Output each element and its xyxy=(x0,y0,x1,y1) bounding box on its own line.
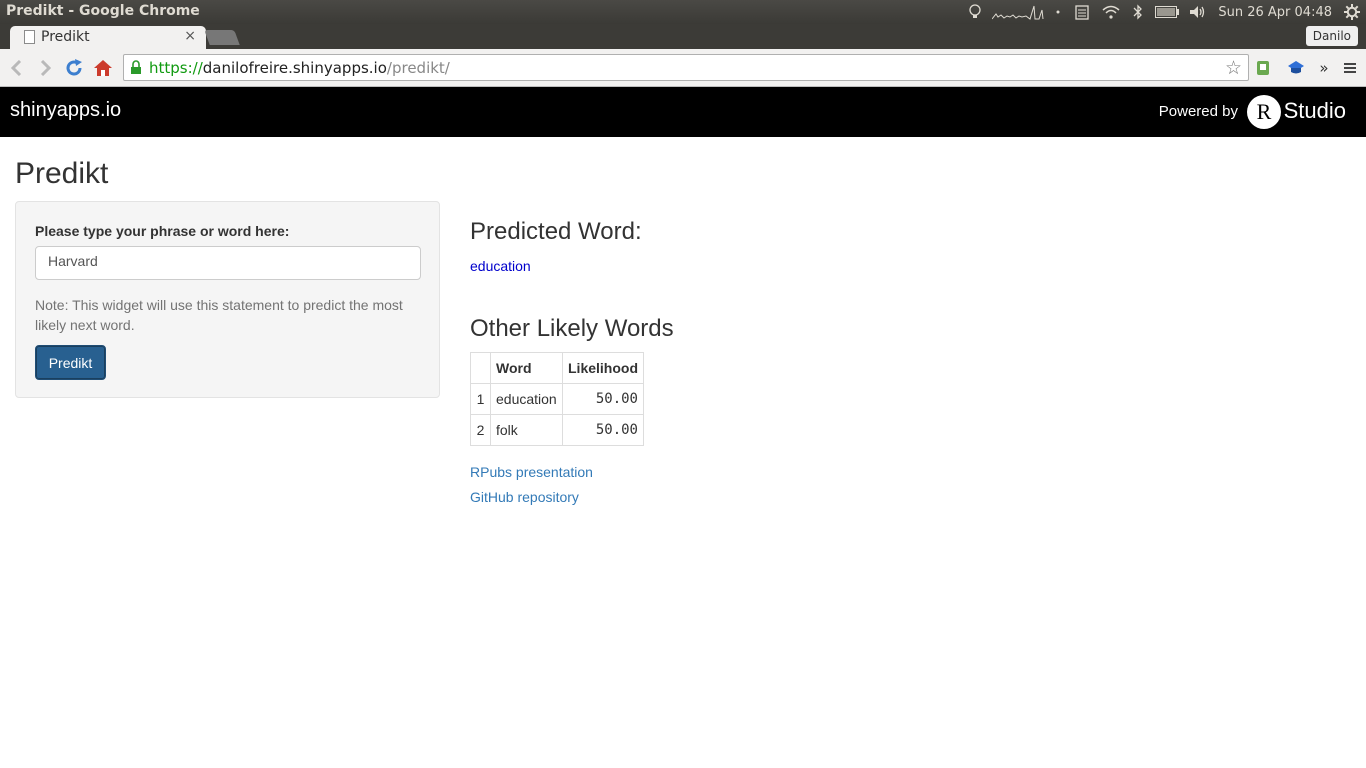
sidebar-panel: Please type your phrase or word here: Ha… xyxy=(15,201,440,398)
window-title: Predikt - Google Chrome xyxy=(6,3,200,19)
system-tray: Sun 26 Apr 04:48 xyxy=(962,0,1366,24)
home-icon[interactable] xyxy=(92,57,114,79)
evernote-extension-icon[interactable] xyxy=(1252,57,1274,79)
secure-lock-icon[interactable] xyxy=(130,60,142,79)
url-scheme: https:// xyxy=(149,59,203,77)
predikt-button[interactable]: Predikt xyxy=(35,345,106,380)
url-host: danilofreire.shinyapps.io xyxy=(202,59,387,77)
tab-label: Predikt xyxy=(41,29,90,45)
bookmark-star-icon[interactable]: ☆ xyxy=(1225,57,1242,79)
column-header-index xyxy=(470,352,491,384)
predicted-word-heading: Predicted Word: xyxy=(470,218,642,245)
extension-cap-icon[interactable] xyxy=(1285,57,1307,79)
tab-close-icon[interactable]: × xyxy=(184,28,196,44)
url-text[interactable]: https://danilofreire.shinyapps.io/predik… xyxy=(149,59,450,77)
settings-gear-icon[interactable] xyxy=(1338,0,1366,24)
table-header-row: Word Likelihood xyxy=(470,352,644,384)
app-page: Predikt Please type your phrase or word … xyxy=(0,137,1366,768)
row-index: 2 xyxy=(470,414,491,446)
rstudio-logo-text[interactable]: Studio xyxy=(1284,98,1346,124)
rpubs-presentation-link[interactable]: RPubs presentation xyxy=(470,464,593,480)
dot-icon xyxy=(1048,0,1068,24)
clipboard-icon[interactable] xyxy=(1068,0,1096,24)
browser-tab-strip: Predikt × xyxy=(0,24,1366,49)
lightbulb-icon[interactable] xyxy=(962,0,988,24)
shinyapps-brand-link[interactable]: shinyapps.io xyxy=(10,99,121,122)
shinyapps-header: shinyapps.io Powered by R Studio xyxy=(0,87,1366,137)
page-title: Predikt xyxy=(15,157,109,190)
profile-button[interactable]: Danilo xyxy=(1305,26,1358,46)
phrase-input[interactable]: Harvard xyxy=(35,246,421,280)
chrome-menu-icon[interactable] xyxy=(1339,57,1361,79)
system-load-graph-icon[interactable] xyxy=(988,0,1048,24)
browser-toolbar: https://danilofreire.shinyapps.io/predik… xyxy=(0,49,1366,87)
system-clock[interactable]: Sun 26 Apr 04:48 xyxy=(1212,5,1338,20)
row-likelihood: 50.00 xyxy=(562,414,644,446)
table-row: 1 education 50.00 xyxy=(470,383,644,415)
wifi-icon[interactable] xyxy=(1096,0,1126,24)
back-arrow-icon[interactable] xyxy=(5,57,27,79)
phrase-input-label: Please type your phrase or word here: xyxy=(35,223,290,239)
powered-by-text: Powered by xyxy=(1158,103,1238,120)
forward-arrow-icon[interactable] xyxy=(35,57,57,79)
table-row: 2 folk 50.00 xyxy=(470,414,644,446)
github-repository-link[interactable]: GitHub repository xyxy=(470,489,579,505)
new-tab-button[interactable] xyxy=(204,30,240,45)
address-bar[interactable]: https://danilofreire.shinyapps.io/predik… xyxy=(123,54,1249,81)
predicted-word-output: education xyxy=(470,258,531,274)
row-likelihood: 50.00 xyxy=(562,383,644,415)
window-title-bar: Predikt - Google Chrome Sun 26 Apr 04:48 xyxy=(0,0,1366,24)
extensions-overflow-button[interactable]: » xyxy=(1313,57,1335,79)
bluetooth-icon[interactable] xyxy=(1126,0,1150,24)
reload-icon[interactable] xyxy=(63,57,85,79)
volume-icon[interactable] xyxy=(1184,0,1212,24)
column-header-likelihood: Likelihood xyxy=(562,352,644,384)
row-word: folk xyxy=(490,414,563,446)
page-favicon-icon xyxy=(24,30,35,44)
browser-tab[interactable]: Predikt × xyxy=(10,26,206,49)
column-header-word: Word xyxy=(490,352,563,384)
main-panel: Predicted Word: education Other Likely W… xyxy=(470,137,1350,737)
rstudio-logo-icon[interactable]: R xyxy=(1247,95,1281,129)
help-note: Note: This widget will use this statemen… xyxy=(35,297,403,333)
row-index: 1 xyxy=(470,383,491,415)
row-word: education xyxy=(490,383,563,415)
battery-icon[interactable] xyxy=(1150,0,1184,24)
other-words-heading: Other Likely Words xyxy=(470,315,674,342)
likely-words-table: Word Likelihood 1 education 50.00 2 folk… xyxy=(470,352,644,446)
url-path: /predikt/ xyxy=(386,59,450,77)
